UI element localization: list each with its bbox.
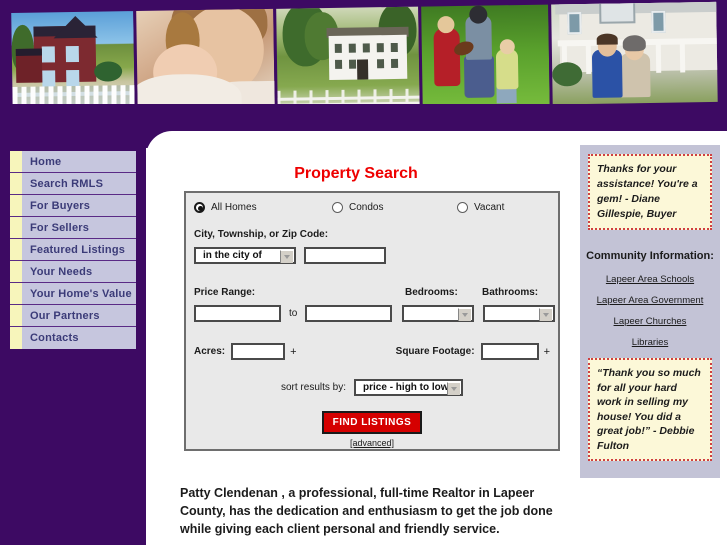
nav-accent-bar	[10, 151, 22, 172]
radio-label: All Homes	[211, 202, 257, 213]
sidebar-item-your-homes-value[interactable]: Your Home's Value	[10, 283, 136, 305]
nav-accent-bar	[10, 305, 22, 326]
photo-family-playing-football	[421, 4, 553, 107]
nav-accent-bar	[10, 327, 22, 349]
price-range-label: Price Range:	[194, 287, 256, 298]
community-link-libraries[interactable]: Libraries	[580, 337, 720, 348]
page-title: Property Search	[294, 165, 418, 182]
sidebar-item-our-partners[interactable]: Our Partners	[10, 305, 136, 327]
testimonial-2: “Thank you so much for all your hard wor…	[588, 358, 712, 461]
sidebar-item-label: Search RMLS	[30, 177, 104, 190]
sidebar-item-label: Our Partners	[30, 309, 100, 322]
sidebar-item-label: Your Needs	[30, 265, 93, 278]
nav-accent-bar	[10, 217, 22, 238]
sort-results-select[interactable]: price - high to low	[354, 379, 464, 396]
community-link-lapeer-churches[interactable]: Lapeer Churches	[580, 316, 720, 327]
sqft-label: Square Footage:	[395, 346, 475, 357]
community-link-lapeer-area-government[interactable]: Lapeer Area Government	[580, 295, 720, 306]
price-to-word: to	[289, 308, 298, 319]
bathrooms-select[interactable]	[483, 305, 556, 322]
nav-accent-bar	[10, 195, 22, 216]
nav-accent-bar	[10, 173, 22, 194]
sidebar-item-for-buyers[interactable]: For Buyers	[10, 195, 136, 217]
banner-photo-strip	[11, 1, 718, 113]
sqft-group: Square Footage: +	[396, 343, 550, 360]
chevron-down-icon[interactable]	[458, 308, 472, 321]
photo-white-colonial-house	[276, 6, 423, 109]
find-listings-button[interactable]: FIND LISTINGS	[321, 411, 423, 434]
community-link-lapeer-area-schools[interactable]: Lapeer Area Schools	[580, 274, 720, 285]
photo-couple-front-porch	[551, 1, 718, 105]
price-max-input[interactable]	[305, 305, 393, 322]
acres-input[interactable]	[231, 343, 286, 360]
sort-results-label: sort results by:	[280, 382, 347, 393]
page-root: Home Search RMLS For Buyers For Sellers …	[0, 0, 727, 545]
radio-option-vacant[interactable]: Vacant	[457, 202, 504, 213]
community-info-title: Community Information:	[586, 250, 714, 262]
property-search-form: All Homes Condos Vacant City, Township, …	[184, 191, 560, 451]
bedrooms-label: Bedrooms:	[405, 287, 458, 298]
sidebar-item-contacts[interactable]: Contacts	[10, 327, 136, 349]
nav-accent-bar	[10, 239, 22, 260]
radio-icon-condos[interactable]	[332, 202, 343, 213]
intro-paragraph: Patty Clendenan , a professional, full-t…	[180, 485, 553, 536]
sidebar-item-your-needs[interactable]: Your Needs	[10, 261, 136, 283]
sidebar-item-label: For Sellers	[30, 221, 90, 234]
radio-icon-vacant[interactable]	[457, 202, 468, 213]
acres-sqft-row: Acres: + Square Footage: +	[194, 343, 550, 360]
bedrooms-select[interactable]	[402, 305, 475, 322]
sort-results-row: sort results by: price - high to low	[186, 379, 558, 396]
testimonial-1: Thanks for your assistance! You're a gem…	[588, 154, 712, 230]
radio-label: Vacant	[474, 202, 505, 213]
sidebar-item-label: For Buyers	[30, 199, 91, 212]
sidebar-item-label: Contacts	[30, 332, 79, 344]
acres-plus-sign: +	[290, 345, 297, 358]
right-sidebar: Thanks for your assistance! You're a gem…	[580, 145, 720, 478]
city-scope-select[interactable]: in the city of	[194, 247, 296, 264]
price-min-input[interactable]	[194, 305, 281, 322]
sidebar-item-home[interactable]: Home	[10, 151, 136, 173]
city-field-row: in the city of	[194, 247, 386, 264]
city-scope-select-value: in the city of	[203, 250, 262, 261]
photo-red-house-picket-fence	[11, 11, 138, 113]
bathrooms-label: Bathrooms:	[482, 287, 539, 298]
sidebar-nav: Home Search RMLS For Buyers For Sellers …	[10, 151, 136, 349]
acres-label: Acres:	[194, 346, 226, 357]
sort-results-value: price - high to low	[363, 382, 449, 393]
sqft-input[interactable]	[480, 343, 539, 360]
photo-mother-and-baby	[136, 8, 278, 112]
chevron-down-icon[interactable]	[280, 250, 293, 263]
form-actions: FIND LISTINGS [advanced]	[186, 411, 558, 448]
nav-accent-bar	[10, 261, 22, 282]
radio-option-condos[interactable]: Condos	[332, 202, 457, 213]
nav-accent-bar	[10, 283, 22, 304]
sidebar-item-for-sellers[interactable]: For Sellers	[10, 217, 136, 239]
chevron-down-icon[interactable]	[447, 382, 461, 395]
city-input[interactable]	[304, 247, 386, 264]
sidebar-item-label: Featured Listings	[30, 243, 126, 256]
sidebar-item-label: Home	[30, 155, 62, 168]
property-type-radio-group: All Homes Condos Vacant	[194, 202, 550, 213]
sqft-plus-sign: +	[543, 345, 550, 358]
community-info-links: Lapeer Area Schools Lapeer Area Governme…	[580, 274, 720, 348]
price-range-row: to	[194, 305, 556, 322]
radio-icon-all-homes[interactable]	[194, 202, 205, 213]
sidebar-item-label: Your Home's Value	[30, 287, 132, 300]
city-field-label: City, Township, or Zip Code:	[194, 229, 329, 240]
sidebar-item-search-rmls[interactable]: Search RMLS	[10, 173, 136, 195]
advanced-search-link[interactable]: [advanced]	[186, 438, 558, 448]
radio-label: Condos	[349, 202, 384, 213]
sidebar-item-featured-listings[interactable]: Featured Listings	[10, 239, 136, 261]
chevron-down-icon[interactable]	[539, 308, 553, 321]
radio-option-all-homes[interactable]: All Homes	[194, 202, 332, 213]
